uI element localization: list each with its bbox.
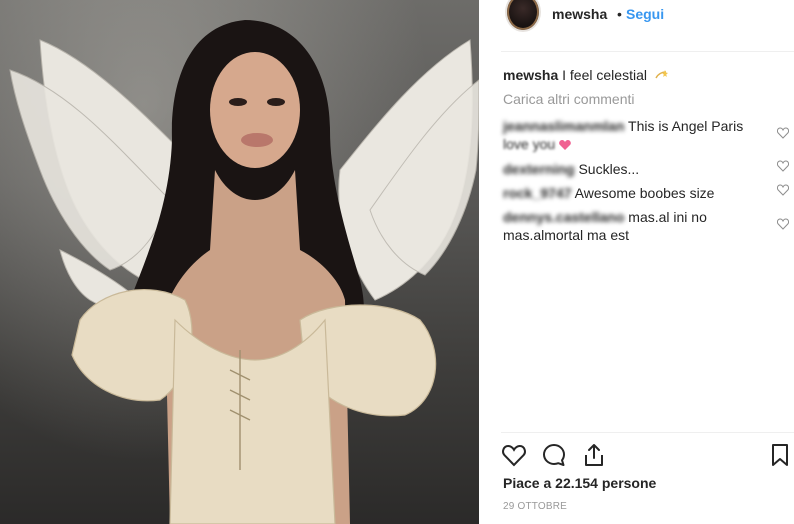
separator-dot: •: [617, 6, 622, 22]
caption-text: I feel celestial: [562, 67, 647, 83]
post-date[interactable]: 29 OTTOBRE: [503, 501, 567, 512]
comment-text-line2: mas.almortal ma est: [503, 227, 630, 243]
header-divider: [501, 51, 794, 52]
actions-divider: [501, 432, 794, 433]
comment-like-heart-icon[interactable]: [777, 160, 789, 172]
post-sidebar: mewsha • Segui mewsha I feel celestial C…: [479, 0, 794, 524]
speech-bubble-icon[interactable]: [541, 442, 567, 468]
follow-button[interactable]: Segui: [626, 6, 664, 22]
pink-heart-icon: [559, 140, 571, 150]
comment-username[interactable]: rock_9747: [503, 185, 572, 201]
load-more-comments[interactable]: Carica altri commenti: [503, 91, 634, 107]
caption-username[interactable]: mewsha: [503, 67, 558, 83]
comment-item: dennys.castellano mas.al ini no mas.almo…: [503, 208, 758, 244]
header-username[interactable]: mewsha: [552, 6, 607, 22]
comment-item: dexterning Suckles...: [503, 160, 758, 178]
comment-item: jeannaslimanmlan This is Angel Paris lov…: [503, 117, 758, 153]
share-upload-icon[interactable]: [581, 442, 607, 468]
dizzy-star-icon: [655, 70, 668, 79]
bookmark-icon[interactable]: [767, 442, 793, 468]
comment-username[interactable]: dexterning: [503, 161, 575, 177]
comment-text: Suckles...: [578, 161, 640, 177]
comment-item: rock_9747 Awesome boobes size: [503, 184, 758, 202]
comment-like-heart-icon[interactable]: [777, 127, 789, 139]
comment-username[interactable]: dennys.castellano: [503, 209, 624, 225]
post-caption: mewsha I feel celestial: [503, 66, 668, 84]
likes-count[interactable]: Piace a 22.154 persone: [503, 475, 656, 491]
comment-text: This is Angel Paris: [628, 118, 744, 134]
comment-text: Awesome boobes size: [574, 185, 715, 201]
comment-username[interactable]: jeannaslimanmlan: [503, 118, 624, 134]
angel-photo-illustration: [9, 20, 479, 524]
comment-like-heart-icon[interactable]: [777, 218, 789, 230]
post-header: mewsha • Segui: [479, 0, 794, 34]
post-image[interactable]: [0, 0, 479, 524]
avatar[interactable]: [505, 0, 541, 32]
comment-like-heart-icon[interactable]: [777, 184, 789, 196]
comment-text: mas.al ini no: [628, 209, 707, 225]
comment-text-line2: love you: [503, 136, 556, 152]
heart-outline-icon[interactable]: [501, 442, 527, 468]
